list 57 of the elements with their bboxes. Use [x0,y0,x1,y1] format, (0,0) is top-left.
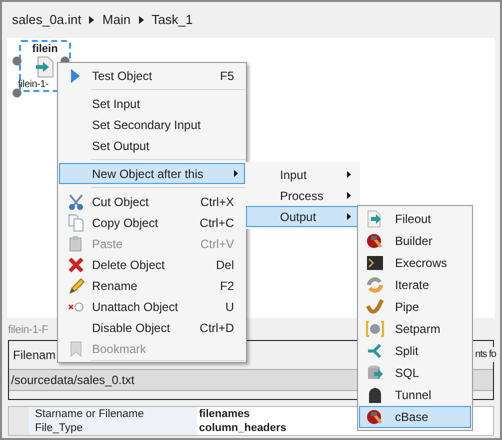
column-header[interactable]: Filenam [13,346,56,364]
loop-arrows-icon [366,276,384,294]
breadcrumb-item[interactable]: Task_1 [152,10,193,30]
menu-item[interactable]: Output [246,206,360,227]
menu-item[interactable]: Unattach Object U [59,296,245,317]
menu-item[interactable]: Set Secondary Input [59,114,245,135]
breadcrumb-arrow-icon [89,16,94,24]
menu-item[interactable]: Iterate [359,274,471,296]
file-arrow-icon [366,210,384,228]
menu-item[interactable]: Set Output [59,135,245,156]
node-title: filein [32,42,58,56]
breadcrumb-item[interactable]: Main [102,10,131,30]
menu-item[interactable]: Setparm [359,318,471,340]
menu-item[interactable]: Set Input [59,93,245,114]
menu-item[interactable]: Builder [359,230,471,252]
submenu-arrow-icon [347,171,351,178]
hammer-ball-icon [366,232,384,250]
hammer-ball-icon [366,408,384,426]
scissors-icon [67,192,85,210]
menu-item[interactable]: Pipe [359,296,471,318]
panel-title: filein-1-F [8,323,48,338]
property-value[interactable]: column_headers [197,421,286,435]
menu-item[interactable]: Cut Object Ctrl+X [59,191,245,212]
menu-item[interactable]: Execrows [359,252,471,274]
pencil-icon [67,276,85,294]
menu-item[interactable]: Rename F2 [59,275,245,296]
property-name: Starname or Filename [29,407,197,421]
breadcrumb-item[interactable]: sales_0a.int [12,10,82,30]
port-icon [12,88,22,98]
menu-item[interactable]: Split [359,340,471,362]
submenu-arrow-icon [347,213,351,220]
menu-item[interactable]: Delete Object Del [59,254,245,275]
menu-item[interactable]: New Object after this [59,163,245,184]
database-icon [366,364,384,382]
breadcrumb-arrow-icon [138,16,144,24]
submenu-arrow-icon [347,192,351,199]
property-value[interactable]: filenames [197,407,250,421]
submenu-arrow-icon [234,170,238,177]
port-icon [12,56,22,66]
column-header: nts fo [475,347,496,362]
file-arrow-icon [35,56,55,78]
terminal-icon [366,254,384,272]
menu-item[interactable]: Copy Object Ctrl+C [59,212,245,233]
split-arrows-icon [366,342,384,360]
table-cell-text: /sourcedata/sales_0.txt [11,372,134,389]
copy-icon [67,214,85,232]
menu-item[interactable]: Input [246,164,360,185]
gear-icon [366,320,384,338]
delete-icon [67,256,85,274]
node-label: filein-1- [18,78,49,91]
menu-item[interactable]: Process [246,185,360,206]
tunnel-icon [366,386,384,404]
property-name: File_Type [29,421,197,435]
menu-item[interactable]: Disable Object Ctrl+D [59,317,245,338]
pipe-icon [366,298,384,316]
menu-item[interactable]: cBase [359,406,471,428]
menu-item[interactable]: Fileout [359,208,471,230]
